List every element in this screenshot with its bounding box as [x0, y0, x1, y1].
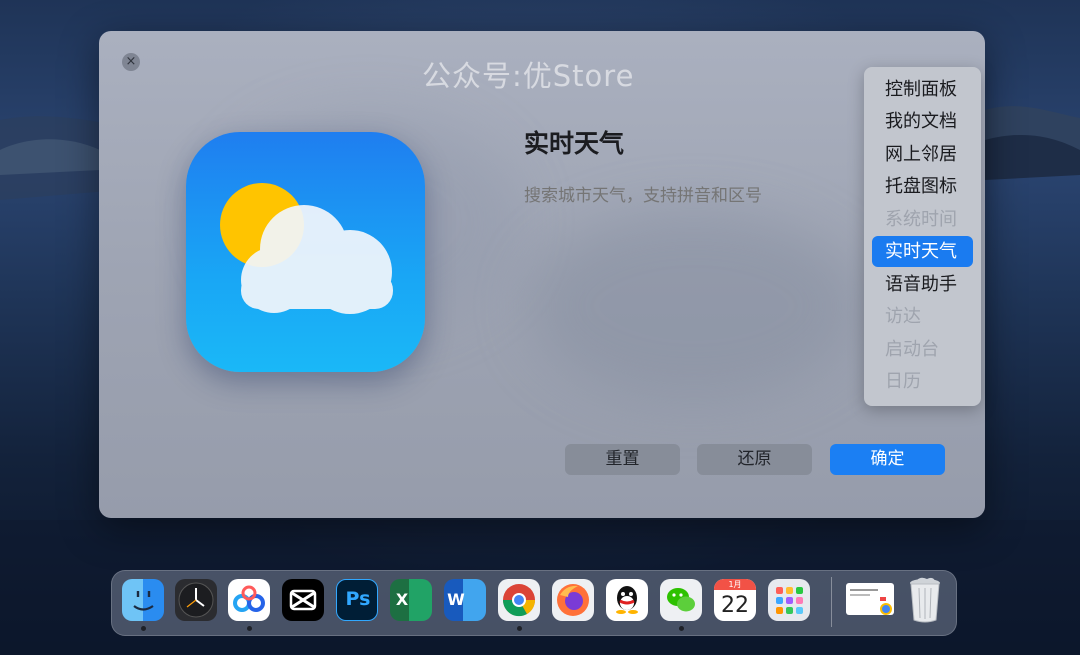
weather-settings-dialog: × 公众号:优Store 实时天气 重置 还原 确定	[99, 31, 985, 518]
dock-separator	[831, 577, 832, 627]
word-icon[interactable]: W	[444, 579, 486, 621]
weather-sun-cloud-icon	[220, 183, 393, 314]
trash-icon[interactable]	[907, 576, 943, 624]
chrome-icon[interactable]	[498, 579, 540, 621]
feature-menu: 控制面板 我的文档 网上邻居 托盘图标 系统时间 实时天气 语音助手 访达 启动…	[864, 67, 981, 406]
menu-item-finder[interactable]: 访达	[872, 301, 973, 332]
dock: Ps X W 1月 22	[111, 570, 957, 636]
calendar-day: 22	[721, 593, 749, 618]
finder-icon[interactable]	[122, 579, 164, 621]
running-indicator	[141, 626, 146, 631]
app-title: 实时天气	[524, 129, 625, 158]
menu-item-weather[interactable]: 实时天气	[872, 236, 973, 267]
firefox-icon[interactable]	[552, 579, 594, 621]
excel-icon[interactable]: X	[390, 579, 432, 621]
document-preview-icon[interactable]	[846, 583, 894, 615]
menu-item-my-documents[interactable]: 我的文档	[872, 106, 973, 137]
restore-button[interactable]: 还原	[697, 444, 812, 475]
launchpad-icon[interactable]	[768, 579, 810, 621]
running-indicator	[517, 626, 522, 631]
capcut-icon[interactable]	[282, 579, 324, 621]
weather-app-icon	[186, 132, 425, 372]
baidu-netdisk-icon[interactable]	[228, 579, 270, 621]
calendar-icon[interactable]: 1月 22	[714, 579, 756, 621]
menu-item-launchpad[interactable]: 启动台	[872, 334, 973, 365]
wechat-icon[interactable]	[660, 579, 702, 621]
calendar-month: 1月	[714, 579, 756, 590]
menu-item-voice-assistant[interactable]: 语音助手	[872, 269, 973, 300]
confirm-button[interactable]: 确定	[830, 444, 945, 475]
menu-item-tray-icons[interactable]: 托盘图标	[872, 171, 973, 202]
running-indicator	[679, 626, 684, 631]
city-search-input[interactable]	[524, 186, 884, 206]
close-button[interactable]: ×	[122, 53, 140, 71]
menu-item-calendar[interactable]: 日历	[872, 366, 973, 397]
qq-icon[interactable]	[606, 579, 648, 621]
clock-icon[interactable]	[175, 579, 217, 621]
watermark-text: 公众号:优Store	[422, 59, 635, 93]
reset-button[interactable]: 重置	[565, 444, 680, 475]
photoshop-icon[interactable]: Ps	[336, 579, 378, 621]
menu-item-network[interactable]: 网上邻居	[872, 139, 973, 170]
running-indicator	[247, 626, 252, 631]
menu-item-system-time[interactable]: 系统时间	[872, 204, 973, 235]
menu-item-control-panel[interactable]: 控制面板	[872, 74, 973, 105]
